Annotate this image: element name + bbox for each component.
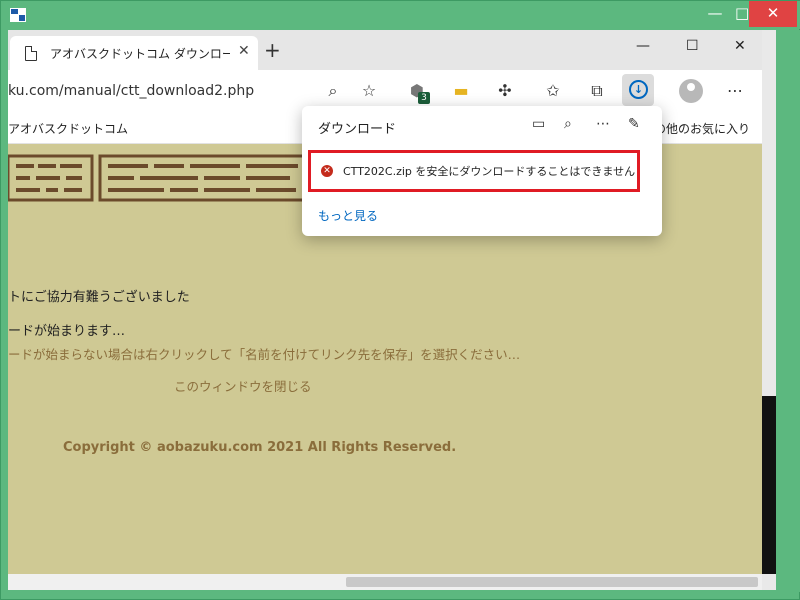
close-button[interactable]: ✕: [734, 38, 746, 54]
download-hint-text: ードが始まらない場合は右クリックして「名前を付けてリンク先を保存」を選択ください…: [8, 347, 521, 362]
more-icon[interactable]: ⋯: [724, 80, 746, 102]
downloads-title: ダウンロード: [318, 122, 397, 137]
folder-icon[interactable]: ▬: [450, 80, 472, 102]
tab-title: アオバスクドットコム ダウンロード有難: [50, 47, 230, 61]
page-icon: [25, 46, 37, 61]
download-item-message: CTT202C.zip を安全にダウンロードすることはできません: [343, 165, 636, 178]
window-close-button[interactable]: ✕: [749, 1, 797, 27]
new-tab-button[interactable]: +: [264, 38, 281, 62]
tab-strip: アオバスクドットコム ダウンロード有難 ✕ + — ☐ ✕: [8, 30, 762, 70]
app-icon: [10, 8, 26, 22]
download-icon: ↓: [629, 80, 648, 99]
download-item[interactable]: ✕ CTT202C.zip を安全にダウンロードすることはできません: [308, 150, 640, 192]
search-downloads-icon[interactable]: ⌕: [564, 116, 572, 132]
download-start-text: ードが始まります…: [8, 324, 126, 339]
favorite-item-aobazuku[interactable]: アオバスクドットコム: [8, 120, 128, 137]
see-more-link[interactable]: もっと見る: [318, 207, 378, 224]
maximize-button[interactable]: ☐: [686, 38, 699, 54]
minimize-button[interactable]: —: [636, 38, 650, 54]
window-maximize-button[interactable]: □: [735, 1, 749, 27]
background-window-edge: [762, 396, 776, 574]
window-titlebar: — □ ✕: [1, 1, 800, 29]
site-logo: [8, 154, 308, 202]
thanks-text: トにご協力有難うございました: [8, 290, 190, 305]
address-url: ku.com/manual/ctt_download2.php: [8, 83, 255, 99]
more-options-icon[interactable]: ⋯: [596, 116, 610, 132]
downloads-button[interactable]: ↓: [622, 74, 654, 106]
close-window-link[interactable]: このウィンドウを閉じる: [174, 376, 312, 395]
extension-badge: 3: [418, 92, 430, 104]
downloads-flyout: ダウンロード ▭ ⌕ ⋯ ✎ ✕ CTT202C.zip を安全にダウンロードす…: [302, 106, 662, 236]
favorites-icon[interactable]: ✩: [542, 80, 564, 102]
avatar[interactable]: [679, 79, 703, 103]
window-minimize-button[interactable]: —: [695, 1, 735, 27]
open-folder-icon[interactable]: ▭: [532, 116, 545, 132]
collections-icon[interactable]: ⧉: [586, 80, 608, 102]
extensions-puzzle-icon[interactable]: ✣: [494, 80, 516, 102]
pin-icon[interactable]: ✎: [628, 116, 640, 132]
copyright-text: Copyright © aobazuku.com 2021 All Rights…: [63, 440, 457, 455]
error-icon: ✕: [321, 165, 333, 177]
horizontal-scroll-thumb[interactable]: [346, 577, 758, 587]
add-favorite-icon[interactable]: ☆: [358, 80, 380, 102]
tab-active[interactable]: アオバスクドットコム ダウンロード有難 ✕: [10, 36, 258, 70]
tab-close-button[interactable]: ✕: [238, 43, 250, 59]
horizontal-scrollbar[interactable]: [8, 574, 762, 590]
search-icon[interactable]: ⌕: [322, 80, 344, 102]
